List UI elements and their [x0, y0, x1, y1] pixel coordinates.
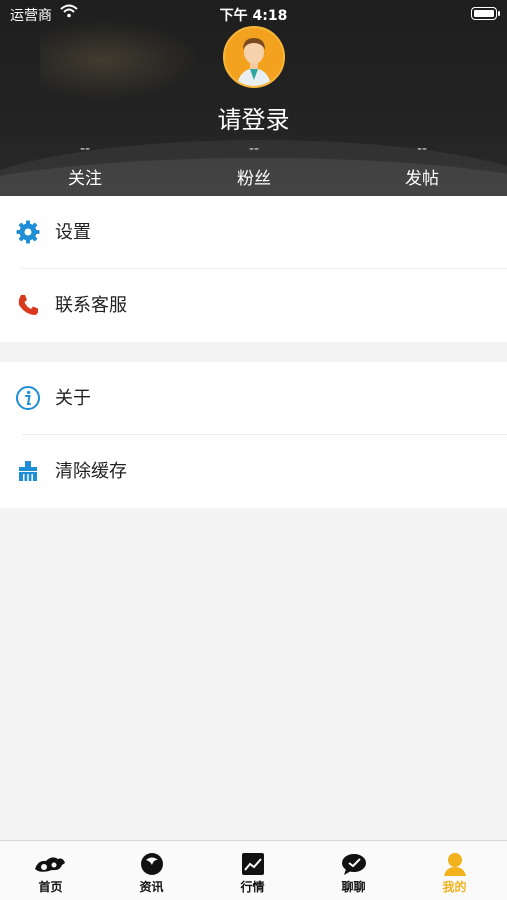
status-bar: 运营商 下午 4:18: [0, 0, 507, 28]
info-icon: [15, 385, 41, 411]
tab-label: 聊聊: [341, 880, 366, 894]
tab-label: 首页: [38, 880, 63, 894]
stat-label: 关注: [68, 169, 102, 189]
person-avatar-icon: [225, 28, 283, 86]
menu-item-label: 联系客服: [55, 295, 127, 316]
gear-icon: [15, 219, 41, 245]
menu-item-label: 关于: [55, 388, 91, 409]
stat-fans[interactable]: -- 粉丝: [194, 140, 314, 189]
tab-label: 资讯: [139, 880, 164, 894]
home-icon: [35, 851, 65, 877]
login-prompt[interactable]: 请登录: [0, 100, 507, 135]
menu-group: 设置 联系客服: [0, 196, 507, 342]
stat-value: --: [248, 141, 260, 157]
profile-icon: [441, 851, 469, 877]
tab-market[interactable]: 行情: [202, 841, 303, 900]
tab-bar: 首页 资讯 行情 聊聊 我的: [0, 840, 507, 900]
menu-item-contact-support[interactable]: 联系客服: [0, 269, 507, 342]
tab-chat[interactable]: 聊聊: [303, 841, 404, 900]
avatar[interactable]: [223, 26, 285, 88]
header-decoration: [40, 20, 200, 100]
chart-icon: [239, 851, 267, 877]
profile-header: 运营商 下午 4:18 请登录 -- 关注 -- 粉丝 -- 发帖: [0, 0, 507, 196]
news-icon: [138, 851, 166, 877]
tab-home[interactable]: 首页: [0, 841, 101, 900]
chat-icon: [340, 851, 368, 877]
menu-item-label: 清除缓存: [55, 461, 127, 482]
menu-group: 关于 清除缓存: [0, 362, 507, 508]
status-time: 下午 4:18: [219, 8, 288, 24]
profile-stats: -- 关注 -- 粉丝 -- 发帖: [0, 140, 507, 196]
broom-icon: [15, 458, 41, 484]
screen: 运营商 下午 4:18 请登录 -- 关注 -- 粉丝 -- 发帖 设置 联系客…: [0, 0, 507, 900]
tab-mine[interactable]: 我的: [404, 841, 505, 900]
stat-value: --: [416, 141, 428, 157]
battery-icon: [471, 7, 500, 20]
menu-item-about[interactable]: 关于: [0, 362, 507, 435]
stat-label: 粉丝: [237, 169, 271, 189]
stat-label: 发帖: [405, 169, 439, 189]
tab-label: 行情: [240, 880, 265, 894]
phone-icon: [15, 292, 41, 318]
menu-item-clear-cache[interactable]: 清除缓存: [0, 435, 507, 508]
menu-item-label: 设置: [55, 222, 91, 243]
tab-news[interactable]: 资讯: [101, 841, 202, 900]
stat-value: --: [79, 141, 91, 157]
stat-following[interactable]: -- 关注: [25, 140, 145, 189]
tab-label: 我的: [442, 880, 467, 894]
stat-posts[interactable]: -- 发帖: [362, 140, 482, 189]
menu-item-settings[interactable]: 设置: [0, 196, 507, 269]
